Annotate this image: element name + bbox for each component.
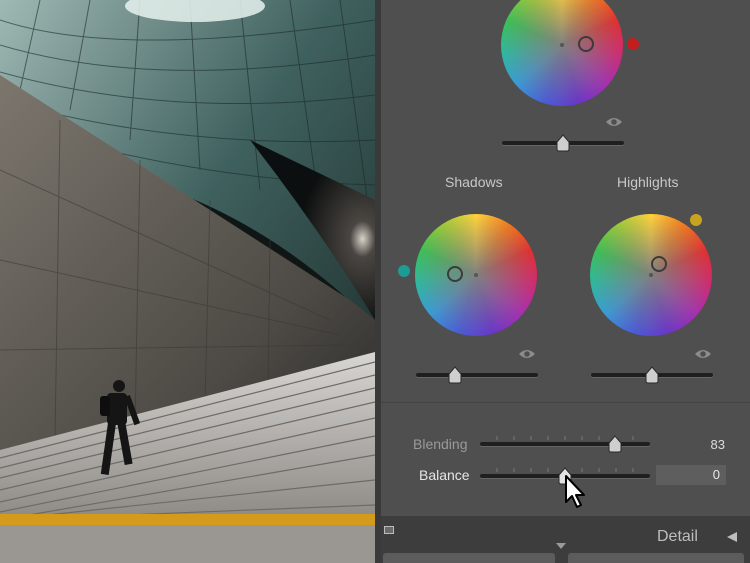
eye-icon[interactable]: [605, 116, 623, 128]
wheel-center-dot: [560, 43, 564, 47]
midtones-handle[interactable]: [578, 36, 594, 52]
eye-icon[interactable]: [518, 348, 536, 360]
balance-label: Balance: [419, 467, 470, 483]
blending-label: Blending: [413, 436, 468, 452]
photo-preview: [0, 0, 375, 563]
blending-slider[interactable]: [480, 442, 650, 446]
disclosure-triangle-icon[interactable]: [726, 531, 738, 543]
reset-button[interactable]: [568, 553, 744, 563]
section-separator: [381, 402, 750, 403]
detail-section-header[interactable]: Detail: [657, 528, 698, 546]
highlights-label: Highlights: [617, 174, 679, 190]
blending-value[interactable]: 83: [681, 437, 725, 452]
eye-icon[interactable]: [694, 348, 712, 360]
color-grading-panel: Shadows Highlights Blending 83 Balance 0…: [381, 0, 750, 563]
highlights-color-wheel[interactable]: [590, 214, 712, 336]
midtones-color-wheel[interactable]: [501, 0, 623, 106]
highlights-hue-handle[interactable]: [690, 214, 702, 226]
shadows-handle[interactable]: [447, 266, 463, 282]
panel-collapse-arrow-icon[interactable]: [556, 543, 566, 549]
balance-value-field[interactable]: 0: [656, 465, 726, 485]
shadows-hue-handle[interactable]: [398, 265, 410, 277]
shadows-color-wheel[interactable]: [415, 214, 537, 336]
photo-image: [0, 0, 375, 563]
previous-button[interactable]: [383, 553, 555, 563]
wheel-center-dot: [474, 273, 478, 277]
panel-footer: Detail: [381, 516, 750, 563]
wheel-center-dot: [649, 273, 653, 277]
cursor-arrow-icon: [565, 475, 585, 508]
panel-end-marker: [384, 526, 394, 534]
highlights-handle[interactable]: [651, 256, 667, 272]
shadows-luminance-slider[interactable]: [416, 373, 538, 377]
midtones-hue-handle[interactable]: [627, 38, 639, 50]
shadows-label: Shadows: [445, 174, 503, 190]
blending-slider-ticks: [496, 436, 634, 440]
